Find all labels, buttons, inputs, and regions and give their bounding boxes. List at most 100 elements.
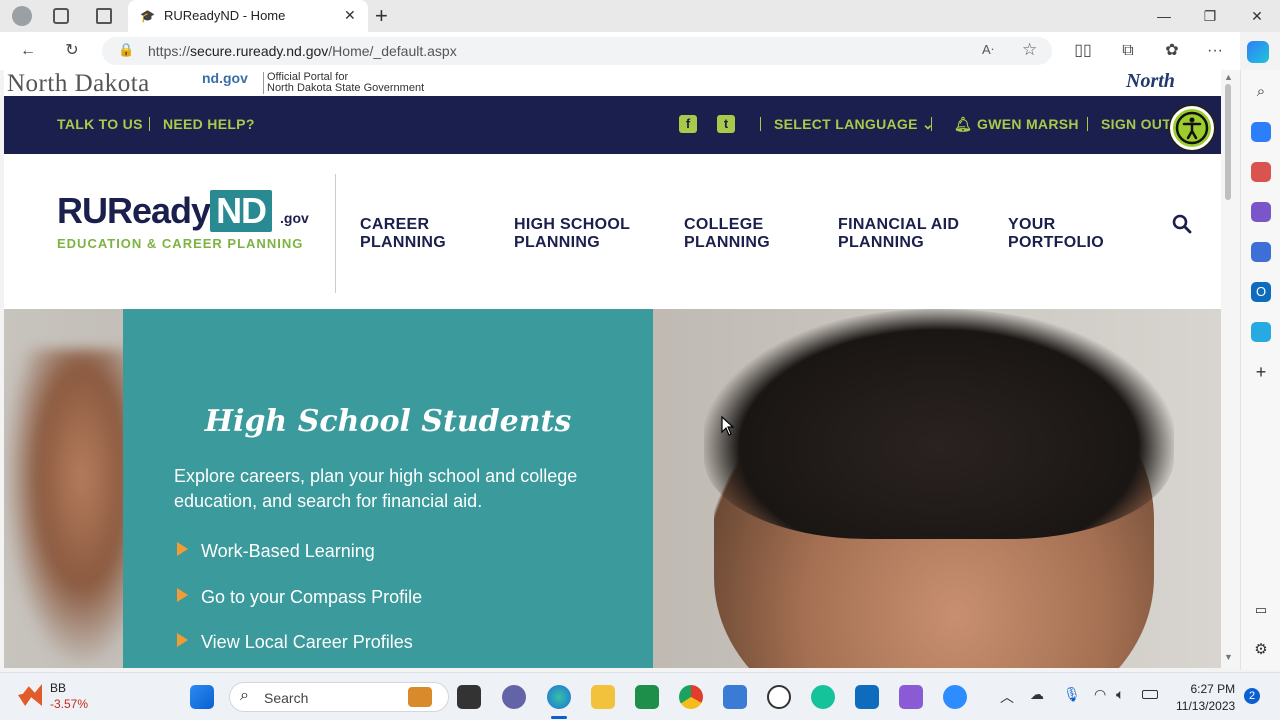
notification-badge[interactable]: 2 xyxy=(1244,688,1260,704)
zoom-icon[interactable] xyxy=(943,685,967,709)
sidebar-layout-icon[interactable]: ▭ xyxy=(1251,600,1271,620)
need-help-link[interactable]: NEED HELP? xyxy=(163,116,255,132)
clock-date: 11/13/2023 xyxy=(1176,699,1236,713)
chevron-up-icon[interactable]: ︿ xyxy=(1000,687,1014,707)
favorite-star-icon[interactable]: ☆ xyxy=(1022,40,1037,60)
graduation-cap-icon: 🎓 xyxy=(140,9,155,23)
search-placeholder: Search xyxy=(264,690,309,706)
read-aloud-icon[interactable]: Aᐧ xyxy=(982,42,994,58)
nav-financial-aid-planning[interactable]: FINANCIAL AID PLANNING xyxy=(838,216,959,252)
scroll-down-icon[interactable]: ▼ xyxy=(1224,652,1233,662)
nav-your-portfolio[interactable]: YOUR PORTFOLIO xyxy=(1008,216,1104,252)
refresh-icon[interactable]: ↻ xyxy=(62,41,82,61)
dell-icon[interactable] xyxy=(767,685,791,709)
tab-title: RUReadyND - Home xyxy=(164,8,286,23)
system-clock[interactable]: 6:27 PM 11/13/2023 xyxy=(1176,681,1235,715)
scroll-thumb[interactable] xyxy=(1225,84,1231,200)
more-menu-icon[interactable]: ··· xyxy=(1205,41,1225,61)
teams-chat-icon[interactable] xyxy=(502,685,526,709)
windows-start-icon[interactable] xyxy=(190,685,214,709)
stock-widget[interactable]: BB -3.57% xyxy=(18,681,98,712)
url-text: https://secure.ruready.nd.gov/Home/_defa… xyxy=(148,43,457,59)
ndgov-logo[interactable]: nd.gov xyxy=(202,70,248,86)
sign-out-link[interactable]: SIGN OUT xyxy=(1101,116,1171,132)
back-icon[interactable]: ← xyxy=(18,41,38,61)
copilot-icon[interactable] xyxy=(1247,41,1269,63)
select-language-dropdown[interactable]: SELECT LANGUAGE ⌄ xyxy=(774,116,934,133)
tab-ruready-home[interactable]: 🎓 RUReadyND - Home ✕ xyxy=(128,0,368,32)
spreadsheet-app-icon[interactable] xyxy=(635,685,659,709)
tab-strip: 🎓 RUReadyND - Home ✕ + — ❐ ✕ xyxy=(0,0,1280,32)
logo-tagline: EDUCATION & CAREER PLANNING xyxy=(57,236,304,251)
talk-to-us-link[interactable]: TALK TO US xyxy=(57,116,143,132)
close-window-icon[interactable]: ✕ xyxy=(1234,4,1280,28)
outlook-icon[interactable] xyxy=(855,685,879,709)
url-field[interactable]: 🔒 https://secure.ruready.nd.gov/Home/_de… xyxy=(102,37,1052,65)
link-work-based-learning[interactable]: Work-Based Learning xyxy=(177,541,375,562)
twitter-icon[interactable]: t xyxy=(717,115,735,133)
user-name-link[interactable]: GWEN MARSH xyxy=(977,116,1079,132)
lock-icon[interactable]: 🔒 xyxy=(118,42,134,58)
battery-icon[interactable] xyxy=(1142,690,1158,699)
task-view-icon[interactable] xyxy=(457,685,481,709)
collections-icon[interactable]: ⧉ xyxy=(1118,41,1138,61)
web-page: North Dakota nd.gov Official Portal for N… xyxy=(4,70,1221,668)
active-app-indicator xyxy=(551,716,567,719)
volume-icon[interactable]: 🔈︎ xyxy=(1116,686,1124,703)
facebook-icon[interactable]: f xyxy=(679,115,697,133)
file-explorer-icon[interactable] xyxy=(591,685,615,709)
arrow-right-icon xyxy=(177,588,188,602)
address-bar-row: ← ↻ 🔒 https://secure.ruready.nd.gov/Home… xyxy=(0,32,1269,70)
new-tab-icon[interactable]: + xyxy=(375,3,388,29)
clock-time: 6:27 PM xyxy=(1190,682,1236,696)
taskbar-search[interactable]: ⌕ Search xyxy=(229,682,449,712)
edge-browser-icon[interactable] xyxy=(547,685,571,709)
link-local-career-profiles[interactable]: View Local Career Profiles xyxy=(177,632,413,653)
search-icon[interactable] xyxy=(1172,214,1192,234)
extensions-icon[interactable]: ✿ xyxy=(1162,41,1182,61)
microphone-icon[interactable]: 🎙︎ xyxy=(1063,686,1081,703)
settings-gear-icon[interactable]: ⚙ xyxy=(1251,640,1271,660)
onedrive-icon[interactable]: ☁ xyxy=(1030,686,1044,703)
stock-change: -3.57% xyxy=(50,697,89,711)
restore-icon[interactable]: ❐ xyxy=(1187,4,1233,28)
nav-college-planning[interactable]: COLLEGE PLANNING xyxy=(684,216,770,252)
briefcase-icon xyxy=(408,687,432,707)
nav-career-planning[interactable]: CAREER PLANNING xyxy=(360,216,446,252)
divider xyxy=(1087,117,1088,131)
add-sidebar-icon[interactable]: + xyxy=(1251,362,1271,382)
main-header: RUReady ND .gov EDUCATION & CAREER PLANNI… xyxy=(4,154,1221,309)
hero-title: High School Students xyxy=(204,404,572,439)
vertical-tabs-icon[interactable] xyxy=(96,8,112,24)
ruready-logo[interactable]: RUReady ND xyxy=(57,190,273,232)
wifi-icon[interactable]: ◠ xyxy=(1094,686,1106,703)
tools-icon[interactable] xyxy=(1251,162,1271,182)
scroll-up-icon[interactable]: ▲ xyxy=(1224,72,1233,82)
north-dakota-wordmark[interactable]: North Dakota xyxy=(7,70,150,98)
office-icon[interactable] xyxy=(1251,242,1271,262)
shopping-tag-icon[interactable] xyxy=(1251,122,1271,142)
workspaces-icon[interactable] xyxy=(53,8,69,24)
arrow-right-icon xyxy=(177,542,188,556)
profile-icon[interactable] xyxy=(12,6,32,26)
chrome-icon[interactable] xyxy=(679,685,703,709)
snipping-tool-icon[interactable] xyxy=(899,685,923,709)
bell-icon[interactable]: 🔔︎ xyxy=(954,116,972,133)
grammarly-icon[interactable] xyxy=(811,685,835,709)
divider xyxy=(335,174,336,293)
outlook-icon[interactable]: O xyxy=(1251,282,1271,302)
store-icon[interactable] xyxy=(723,685,747,709)
link-compass-profile[interactable]: Go to your Compass Profile xyxy=(177,587,422,608)
utility-bar: TALK TO US NEED HELP? f t SELECT LANGUAG… xyxy=(4,96,1221,154)
games-icon[interactable] xyxy=(1251,202,1271,222)
drop-icon[interactable] xyxy=(1251,322,1271,342)
nd-gov-strip: North Dakota nd.gov Official Portal for N… xyxy=(4,70,1221,115)
nav-high-school-planning[interactable]: HIGH SCHOOL PLANNING xyxy=(514,216,630,252)
page-scrollbar[interactable]: ▲ ▼ xyxy=(1221,70,1240,668)
hero-photo-hair xyxy=(704,309,1174,539)
search-icon[interactable]: ⌕ xyxy=(1251,82,1271,102)
split-screen-icon[interactable]: ▯▯ xyxy=(1073,41,1093,61)
accessibility-icon[interactable] xyxy=(1170,106,1214,150)
close-tab-icon[interactable]: ✕ xyxy=(344,7,356,24)
minimize-icon[interactable]: — xyxy=(1141,4,1187,28)
